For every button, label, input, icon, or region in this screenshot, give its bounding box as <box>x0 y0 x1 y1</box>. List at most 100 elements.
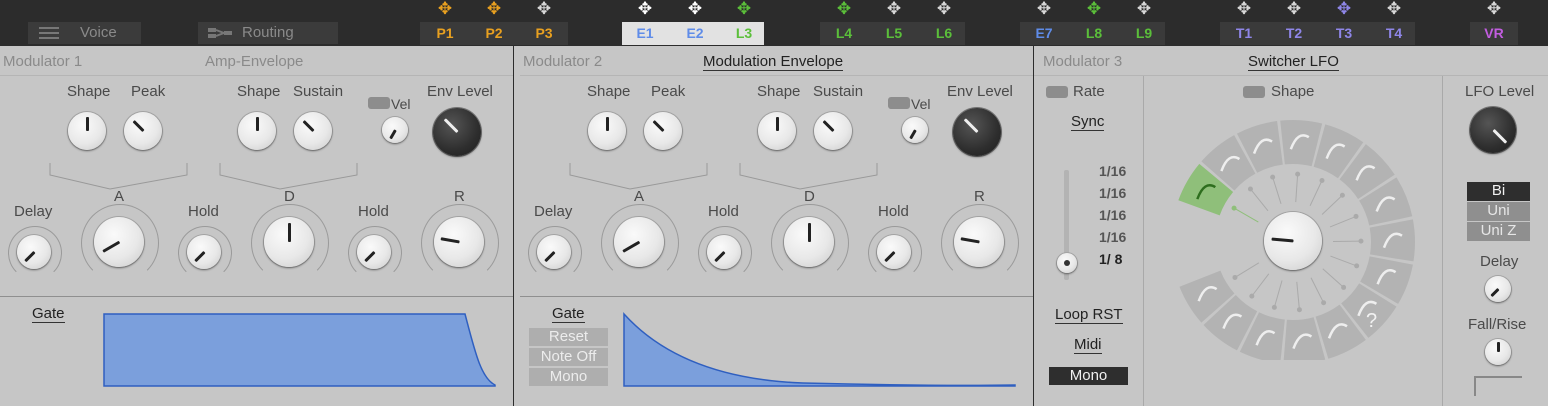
drag-move-icon[interactable]: ✥ <box>1069 0 1119 18</box>
release-knob[interactable] <box>434 217 484 267</box>
peak-label: Peak <box>651 83 686 100</box>
env-level-knob[interactable] <box>433 108 481 156</box>
sync-value[interactable]: 1/16 <box>1099 163 1126 179</box>
modulator-1: Modulator 1 Amp-Envelope Shape Peak Shape Sus… <box>0 0 513 406</box>
knob-indicator <box>807 223 811 242</box>
velocity-curve-icon[interactable] <box>368 97 390 109</box>
modulator-1-title: Modulator 1 <box>3 53 83 70</box>
peak-knob[interactable] <box>644 112 682 150</box>
lfo-delay-knob[interactable] <box>1485 276 1511 302</box>
drag-move-icon[interactable]: ✥ <box>1269 0 1319 18</box>
midi-button[interactable]: Midi <box>1074 336 1102 354</box>
knob-indicator <box>543 250 556 263</box>
peak-knob[interactable] <box>124 112 162 150</box>
sustain-knob[interactable] <box>814 112 852 150</box>
hold-label: Hold <box>708 203 739 220</box>
mod-slot-t2[interactable]: ✥ T2 <box>1269 0 1319 46</box>
mod-slot-t3[interactable]: ✥ T3 <box>1319 0 1369 46</box>
shape-dot <box>1319 177 1325 183</box>
hold-knob[interactable] <box>707 235 741 269</box>
trigger-note-off[interactable]: Note Off <box>529 348 608 366</box>
drag-move-icon[interactable]: ✥ <box>1319 0 1369 18</box>
decay-knob[interactable] <box>784 217 834 267</box>
velocity-knob[interactable] <box>382 117 408 143</box>
env-level-label: Env Level <box>947 83 1013 100</box>
shape-dot <box>1232 274 1238 280</box>
sync-value[interactable]: 1/ 8 <box>1099 251 1122 267</box>
rate-slider-thumb[interactable] <box>1057 253 1077 273</box>
attack-knob[interactable] <box>94 217 144 267</box>
envelope-bracket-lines <box>49 163 358 190</box>
fall-rise-label: Fall/Rise <box>1468 316 1527 333</box>
env-level-label: Env Level <box>427 83 493 100</box>
attack-knob[interactable] <box>614 217 664 267</box>
column-separator <box>1442 76 1443 406</box>
mod-slot-vr[interactable]: ✥ VR <box>1469 0 1519 46</box>
sync-value[interactable]: 1/16 <box>1099 207 1126 223</box>
rate-curve-icon[interactable] <box>1046 86 1068 98</box>
hold-knob[interactable] <box>877 235 911 269</box>
polarity-uni[interactable]: Uni <box>1467 202 1530 221</box>
lfo-level-knob[interactable] <box>1470 107 1516 153</box>
mod-slot-l8[interactable]: ✥ L8 <box>1069 0 1119 46</box>
drag-move-icon[interactable]: ✥ <box>1469 0 1519 18</box>
sustain-knob[interactable] <box>294 112 332 150</box>
gate-button[interactable]: Gate <box>552 305 585 323</box>
hold-knob[interactable] <box>187 235 221 269</box>
envelope-graph <box>103 313 496 387</box>
knob-indicator <box>132 120 145 133</box>
knob-indicator <box>23 250 36 263</box>
knob-indicator <box>605 117 609 131</box>
trigger-mono[interactable]: Mono <box>529 368 608 386</box>
polarity-bi[interactable]: Bi <box>1467 182 1530 201</box>
shape-knob[interactable] <box>238 112 276 150</box>
fall-rise-knob[interactable] <box>1485 339 1511 365</box>
shape-knob[interactable] <box>1264 212 1322 270</box>
shape-label: Shape <box>1271 83 1315 100</box>
shape-label: Shape <box>587 83 631 100</box>
knob-indicator <box>775 117 779 131</box>
trigger-reset[interactable]: Reset <box>529 328 608 346</box>
switcher-lfo-title[interactable]: Switcher LFO <box>1248 53 1339 71</box>
loop-rst-button[interactable]: Loop RST <box>1055 306 1123 324</box>
sync-button[interactable]: Sync <box>1071 113 1105 131</box>
delay-label: Delay <box>14 203 53 220</box>
knob-indicator <box>652 120 665 133</box>
velocity-knob[interactable] <box>902 117 928 143</box>
sustain-label: Sustain <box>293 83 344 100</box>
shape-knob[interactable] <box>588 112 626 150</box>
shape-dot <box>1321 300 1327 306</box>
shape-knob[interactable] <box>758 112 796 150</box>
sync-value[interactable]: 1/16 <box>1099 185 1126 201</box>
drag-move-icon[interactable]: ✥ <box>1219 0 1269 18</box>
mod-slot-label: L9 <box>1135 25 1153 41</box>
mod-slot-l9[interactable]: ✥ L9 <box>1119 0 1169 46</box>
hold-knob[interactable] <box>357 235 391 269</box>
shape-knob[interactable] <box>68 112 106 150</box>
drag-move-icon[interactable]: ✥ <box>1119 0 1169 18</box>
sync-value[interactable]: 1/16 <box>1099 229 1126 245</box>
shape-dot <box>1353 213 1359 219</box>
env-level-knob[interactable] <box>953 108 1001 156</box>
amp-envelope-title: Amp-Envelope <box>205 53 304 70</box>
decay-knob[interactable] <box>264 217 314 267</box>
shape-spoke <box>1309 180 1323 207</box>
polarity-uni-z[interactable]: Uni Z <box>1467 222 1530 241</box>
shape-spoke <box>1330 255 1357 267</box>
knob-indicator <box>440 237 460 244</box>
gate-button[interactable]: Gate <box>32 305 65 323</box>
lfo-level-label: LFO Level <box>1465 83 1535 100</box>
mono-button[interactable]: Mono <box>1049 367 1128 385</box>
modulation-envelope-title[interactable]: Modulation Envelope <box>703 53 844 71</box>
mod-slot-label: T3 <box>1335 25 1353 41</box>
drag-move-icon[interactable]: ✥ <box>1369 0 1419 18</box>
velocity-curve-icon[interactable] <box>888 97 910 109</box>
delay-knob[interactable] <box>17 235 51 269</box>
delay-knob[interactable] <box>537 235 571 269</box>
header-separator <box>0 75 513 76</box>
mod-slot-t4[interactable]: ✥ T4 <box>1369 0 1419 46</box>
shape-curve-icon[interactable] <box>1243 86 1265 98</box>
knob-indicator <box>960 237 980 244</box>
mod-slot-t1[interactable]: ✥ T1 <box>1219 0 1269 46</box>
release-knob[interactable] <box>954 217 1004 267</box>
